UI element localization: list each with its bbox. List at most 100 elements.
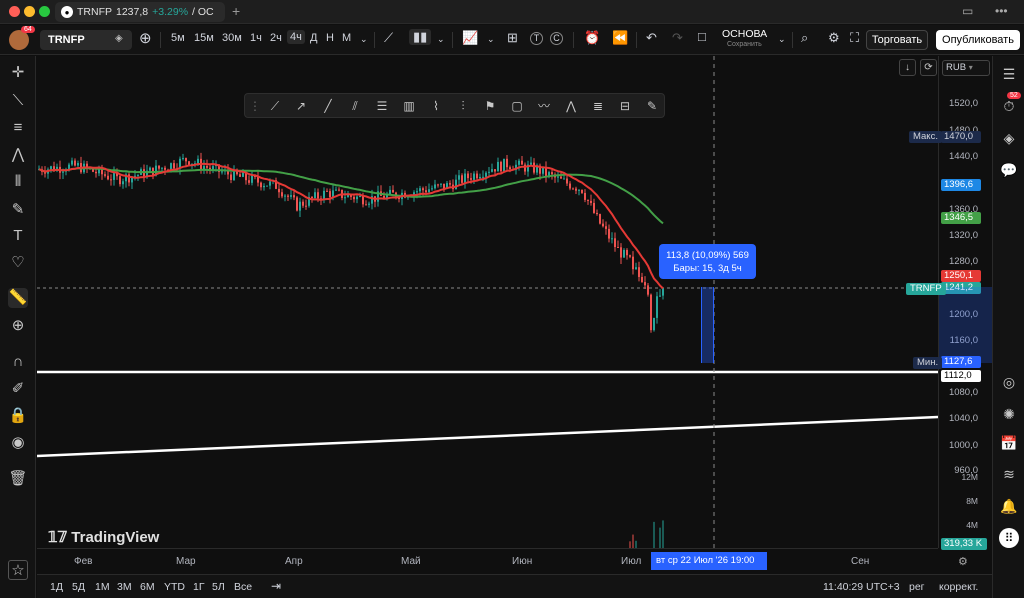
line-chart-icon[interactable]: ⟋ — [384, 30, 393, 46]
timeframe-week[interactable]: Н — [326, 32, 334, 44]
maximize-window-button[interactable] — [39, 6, 50, 17]
ruler-icon[interactable]: 📏 — [8, 288, 28, 308]
browser-tab[interactable]: ● TRNFP 1237,8 +3.29% / ОС — [55, 2, 225, 22]
range-all[interactable]: Все — [234, 581, 252, 593]
trend-line-icon[interactable]: ⟍ — [8, 91, 28, 111]
fib-icon[interactable]: ≡ — [8, 118, 28, 138]
sync-icon[interactable]: ⟳ — [920, 59, 937, 76]
ideas-icon[interactable]: ✺ — [999, 404, 1019, 424]
layout-name[interactable]: ОСНОВА — [722, 28, 767, 40]
timeframe-4h[interactable]: 4ч — [287, 30, 305, 44]
notifications-bell-icon[interactable]: 🔔 — [999, 496, 1019, 516]
trend-line-tool-icon[interactable]: ⟋ — [267, 98, 283, 114]
volume-profile-icon[interactable]: ▥ — [401, 98, 417, 114]
price-chart[interactable] — [37, 56, 938, 548]
eye-icon[interactable]: ◉ — [8, 433, 28, 453]
chevron-down-icon[interactable]: ⌄ — [778, 34, 786, 45]
axis-settings-gear-icon[interactable]: ⚙ — [958, 555, 968, 568]
lock-icon[interactable]: 🔒 — [8, 406, 28, 426]
download-icon[interactable]: ↓ — [899, 59, 916, 76]
more-icon[interactable]: ••• — [995, 4, 1008, 18]
trade-c-icon[interactable]: C — [550, 32, 563, 45]
timeframe-day[interactable]: Д — [310, 32, 317, 44]
magnet-icon[interactable]: ∩ — [8, 352, 28, 372]
timeframe-5m[interactable]: 5м — [171, 32, 185, 44]
replay-icon[interactable]: ⏪ — [612, 30, 628, 46]
brush-icon[interactable]: ✎ — [8, 200, 28, 220]
layout-box-icon[interactable]: □ — [698, 29, 706, 44]
undo-icon[interactable]: ↶ — [646, 30, 657, 46]
text-icon[interactable]: T — [8, 226, 28, 246]
timeframe-2h[interactable]: 2ч — [270, 32, 282, 44]
range-ytd[interactable]: YTD — [164, 581, 185, 593]
templates-icon[interactable]: ⊞ — [507, 30, 518, 46]
range-3m[interactable]: 3М — [117, 581, 132, 593]
range-5d[interactable]: 5Д — [72, 581, 85, 593]
adjust-label[interactable]: коррект. — [939, 581, 978, 593]
chart-pane[interactable] — [37, 56, 938, 548]
publish-button[interactable]: Опубликовать — [936, 30, 1020, 50]
pattern-points-icon[interactable]: ⋀ — [563, 98, 579, 114]
fullscreen-icon[interactable]: ⛶ — [850, 30, 859, 46]
add-symbol-icon[interactable]: ⊕ — [139, 29, 152, 47]
redo-icon[interactable]: ↷ — [672, 30, 683, 46]
shield-icon[interactable]: ◈ — [115, 33, 123, 44]
price-axis[interactable]: RUB ▾ 1520,0 1480,0 1440,0 1360,0 1320,0… — [938, 56, 993, 550]
avatar[interactable] — [9, 30, 29, 50]
quick-search-icon[interactable]: ⌕ — [801, 30, 808, 46]
apps-grid-icon[interactable]: ⠿ — [999, 528, 1019, 548]
fib-retracement-icon[interactable]: ≣ — [590, 98, 606, 114]
trend-line-drawing[interactable] — [37, 415, 938, 458]
extended-line-icon[interactable]: ╱ — [320, 98, 336, 114]
settings-gear-icon[interactable]: ⚙ — [828, 30, 840, 46]
timeframe-month[interactable]: М — [342, 32, 351, 44]
go-to-date-icon[interactable]: ⇥ — [271, 579, 281, 593]
indicators-icon[interactable]: 📈 — [462, 30, 478, 46]
layers-icon[interactable]: ◈ — [999, 128, 1019, 148]
trash-icon[interactable]: 🗑 — [8, 469, 28, 489]
minimize-window-button[interactable] — [24, 6, 35, 17]
timeframe-30m[interactable]: 30м — [222, 32, 242, 44]
chevron-down-icon[interactable]: ⌄ — [360, 34, 368, 45]
zigzag-icon[interactable]: 〰 — [536, 98, 552, 114]
zoom-icon[interactable]: ⊕ — [8, 316, 28, 336]
broadcast-icon[interactable]: ≋ — [999, 464, 1019, 484]
range-1m[interactable]: 1М — [95, 581, 110, 593]
path-icon[interactable]: ⌇ — [428, 98, 444, 114]
trade-button[interactable]: Торговать — [866, 30, 928, 50]
alerts-clock-icon[interactable]: ⏱ — [999, 96, 1019, 116]
flag-icon[interactable]: ⚑ — [482, 98, 498, 114]
chevron-down-icon[interactable]: ⌄ — [487, 34, 495, 45]
range-5y[interactable]: 5Л — [212, 581, 225, 593]
currency-selector[interactable]: RUB ▾ — [942, 60, 990, 76]
range-1y[interactable]: 1Г — [193, 581, 205, 593]
timeframe-15m[interactable]: 15м — [194, 32, 214, 44]
range-1d[interactable]: 1Д — [50, 581, 63, 593]
trade-t-icon[interactable]: T — [530, 32, 543, 45]
pattern-icon[interactable]: ⋀ — [8, 145, 28, 165]
window-layout-icon[interactable]: ▭ — [962, 4, 973, 18]
alert-icon[interactable]: ⏰ — [584, 30, 600, 46]
heart-icon[interactable]: ♡ — [8, 253, 28, 273]
chat-icon[interactable]: 💬 — [999, 160, 1019, 180]
close-window-button[interactable] — [9, 6, 20, 17]
ray-tool-icon[interactable]: ↗ — [293, 98, 309, 114]
chevron-down-icon[interactable]: ⌄ — [437, 34, 445, 45]
bars-pattern-icon[interactable]: ⫶ — [455, 98, 471, 114]
target-icon[interactable]: ◎ — [999, 372, 1019, 392]
session-label[interactable]: рег — [909, 581, 925, 593]
forecast-icon[interactable]: ⫴ — [8, 172, 28, 192]
measure-range[interactable] — [701, 287, 714, 363]
timeframe-1h[interactable]: 1ч — [250, 32, 262, 44]
new-tab-icon[interactable]: + — [232, 3, 240, 19]
parallel-channel-icon[interactable]: ⫽ — [347, 98, 363, 114]
range-6m[interactable]: 6М — [140, 581, 155, 593]
candles-icon[interactable]: ▮▮ — [409, 29, 432, 45]
horizontal-lines-icon[interactable]: ☰ — [374, 98, 390, 114]
rectangle-icon[interactable]: ▢ — [509, 98, 525, 114]
crosshair-icon[interactable]: ✛ — [8, 63, 28, 83]
position-icon[interactable]: ⊟ — [617, 98, 633, 114]
drag-handle-icon[interactable]: ⋮ — [247, 98, 263, 114]
watchlist-icon[interactable]: ☰ — [999, 64, 1019, 84]
clock-display[interactable]: 11:40:29 UTC+3 — [823, 581, 900, 593]
